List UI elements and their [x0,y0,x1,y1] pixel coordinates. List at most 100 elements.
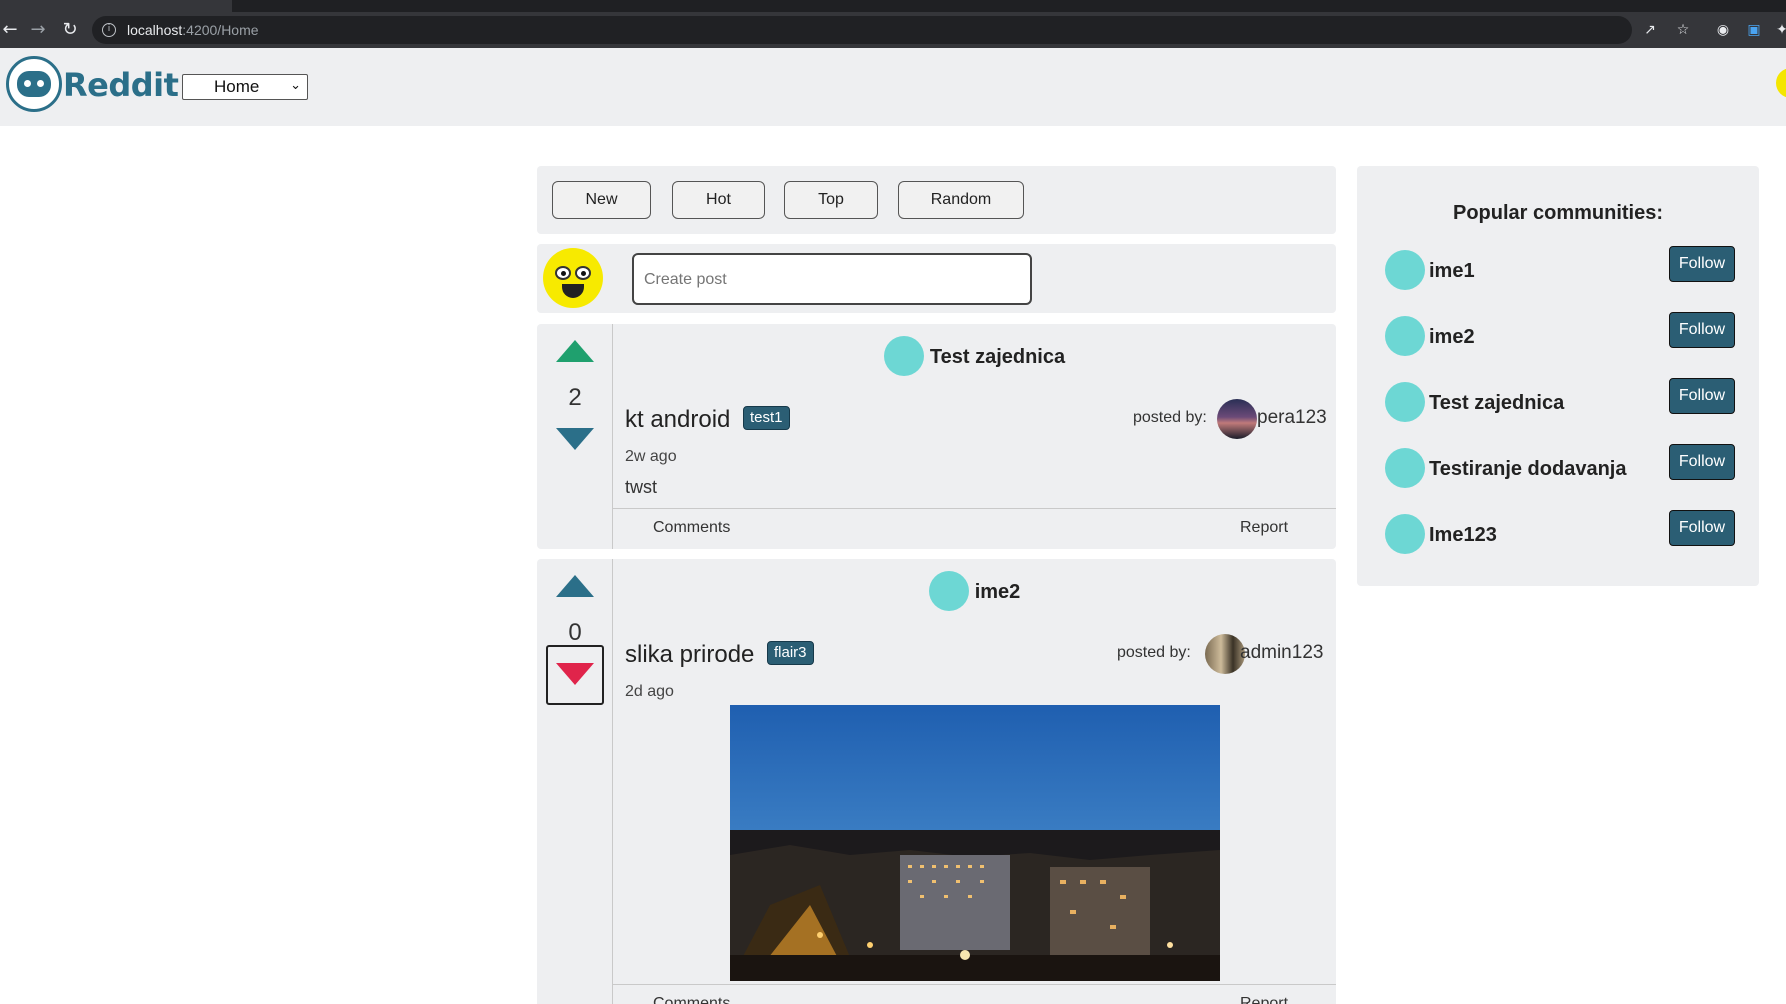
comments-link[interactable]: Comments [653,995,730,1004]
community-item-name[interactable]: ime2 [1429,326,1475,349]
avatar-eye-right [575,266,591,280]
vote-count: 0 [568,619,582,646]
logo-text[interactable]: Reddit [63,66,179,104]
post-title[interactable]: kt android [625,406,730,434]
post-footer: Comments Report [613,508,1336,548]
author-name[interactable]: admin123 [1240,642,1323,664]
browser-active-tab[interactable] [0,0,232,12]
follow-button[interactable]: Follow [1669,246,1735,282]
post-time: 2w ago [625,448,677,465]
post-time: 2d ago [625,683,674,700]
posted-by-label: posted by: [1117,644,1191,661]
posted-by-label: posted by: [1133,409,1207,426]
community-item[interactable]: ime2 Follow [1385,312,1735,356]
downvote-button-active[interactable] [546,645,604,705]
community-item-name[interactable]: Test zajednica [1429,392,1564,415]
share-icon[interactable]: ↗ [1642,22,1658,38]
report-link[interactable]: Report [1240,519,1288,537]
popular-communities-panel: Popular communities: ime1 Follow ime2 Fo… [1357,166,1759,586]
upvote-arrow-icon[interactable] [556,575,594,597]
url-path: :4200/Home [182,22,259,38]
community-item-name[interactable]: ime1 [1429,260,1475,283]
post-community[interactable]: ime2 [613,571,1336,611]
reload-icon[interactable]: ↻ [60,20,80,40]
user-avatar-icon[interactable] [1776,68,1786,98]
community-avatar-icon [1385,448,1425,488]
forward-icon[interactable]: → [28,20,48,40]
community-avatar-icon [928,571,969,611]
community-avatar-icon [1385,514,1425,554]
community-name: Test zajednica [929,346,1066,368]
community-item-name[interactable]: Ime123 [1429,524,1497,547]
community-avatar-icon [1385,316,1425,356]
community-item[interactable]: Test zajednica Follow [1385,378,1735,422]
upvote-arrow-icon[interactable] [556,340,594,362]
sort-bar: New Hot Top Random [537,166,1336,234]
extensions-puzzle-icon[interactable]: ✦ [1774,22,1786,38]
create-post-placeholder: Create post [644,271,727,288]
post-image-svg [730,705,1220,981]
address-bar[interactable]: i localhost:4200/Home [92,16,1632,44]
community-avatar-icon [1385,382,1425,422]
post-card: 2 Test zajednica kt android test1 posted… [537,324,1336,549]
community-item-name[interactable]: Testiranje dodavanja [1429,458,1626,481]
community-avatar-icon [883,336,924,376]
avatar-eye-left [555,266,571,280]
back-icon[interactable]: ← [0,20,20,40]
logo-robot-face [17,71,51,97]
site-info-icon[interactable]: i [102,23,116,37]
popular-communities-title: Popular communities: [1452,202,1664,224]
follow-button[interactable]: Follow [1669,378,1735,414]
vote-column: 0 [537,559,613,1004]
sort-top-button[interactable]: Top [784,181,878,219]
url-host: localhost [127,22,183,38]
vote-count: 2 [568,384,582,411]
app-header: Reddit Home ⌄ [0,48,1786,126]
downvote-arrow-icon[interactable] [556,428,594,450]
post-image-city-night[interactable] [730,705,1220,981]
create-post-bar: Create post [537,244,1336,313]
vote-column: 2 [537,324,613,549]
community-item[interactable]: Ime123 Follow [1385,510,1735,554]
home-nav-select[interactable]: Home ⌄ [182,74,308,100]
post-flair: flair3 [767,641,814,665]
post-community[interactable]: Test zajednica [613,336,1336,376]
logo-eye-right [37,80,44,87]
report-link[interactable]: Report [1240,995,1288,1004]
logo-eye-left [24,80,31,87]
extension-window-icon[interactable]: ▣ [1746,22,1762,38]
post-title[interactable]: slika prirode [625,641,754,669]
reddit-logo-icon[interactable] [6,56,62,112]
comments-link[interactable]: Comments [653,519,730,537]
post-card: 0 ime2 slika prirode flair3 posted by: a… [537,559,1336,1004]
extension-icon[interactable]: ◉ [1715,22,1731,38]
current-user-avatar[interactable] [543,248,603,308]
sort-random-button[interactable]: Random [898,181,1024,219]
post-community-inner: Test zajednica [883,336,1066,376]
community-name: ime2 [974,581,1021,603]
author-avatar[interactable] [1205,634,1245,674]
post-flair: test1 [743,406,790,430]
community-avatar-icon [1385,250,1425,290]
url-text: localhost:4200/Home [127,22,259,38]
follow-button[interactable]: Follow [1669,312,1735,348]
browser-tab-strip [0,0,1786,12]
sort-hot-button[interactable]: Hot [672,181,765,219]
author-avatar[interactable] [1217,399,1257,439]
home-nav-select-value: Home [214,77,260,96]
post-body-text: twst [625,477,658,497]
post-community-inner: ime2 [928,571,1021,611]
community-item[interactable]: Testiranje dodavanja Follow [1385,444,1735,488]
avatar-mouth [562,284,584,298]
post-footer: Comments Report [613,984,1336,1004]
sort-new-button[interactable]: New [552,181,651,219]
downvote-arrow-icon [556,663,594,685]
community-item[interactable]: ime1 Follow [1385,246,1735,290]
bookmark-star-icon[interactable]: ☆ [1675,22,1691,38]
chevron-down-icon: ⌄ [290,78,301,93]
follow-button[interactable]: Follow [1669,444,1735,480]
browser-toolbar: ← → ↻ i localhost:4200/Home ↗ ☆ ◉ ▣ ✦ [0,12,1786,48]
create-post-input[interactable]: Create post [632,253,1032,305]
follow-button[interactable]: Follow [1669,510,1735,546]
author-name[interactable]: pera123 [1257,407,1327,429]
